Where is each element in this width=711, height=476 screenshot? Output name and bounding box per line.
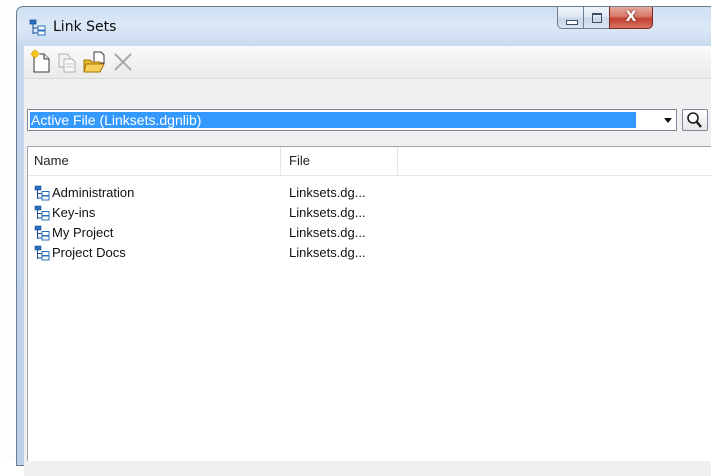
link-sets-list: Name File Administration Linksets.dg...	[27, 146, 711, 461]
list-item-name: Administration	[52, 185, 135, 200]
chevron-down-icon	[664, 118, 672, 123]
maximize-button[interactable]	[583, 7, 609, 29]
close-button[interactable]: X	[609, 7, 653, 29]
list-item-name: Key-ins	[52, 205, 96, 220]
toolbar	[24, 46, 711, 79]
link-set-tree-icon	[34, 205, 50, 221]
link-set-tree-icon	[34, 225, 50, 241]
link-set-tree-icon	[34, 185, 50, 201]
open-link-set-button[interactable]	[82, 49, 108, 75]
minimize-button[interactable]	[557, 7, 583, 29]
list-item-file: Linksets.dg...	[289, 185, 366, 200]
maximize-icon	[592, 13, 602, 23]
minimize-icon	[566, 20, 578, 25]
column-header-file[interactable]: File	[281, 147, 398, 175]
list-item-file: Linksets.dg...	[289, 225, 366, 240]
delete-x-icon	[110, 49, 136, 75]
search-button[interactable]	[682, 109, 708, 131]
list-item[interactable]: Administration Linksets.dg...	[28, 184, 448, 204]
caption-buttons: X	[557, 7, 653, 29]
desktop-background	[0, 0, 16, 460]
list-header: Name File	[28, 147, 711, 176]
close-icon: X	[625, 9, 637, 25]
list-item[interactable]: Key-ins Linksets.dg...	[28, 204, 448, 224]
link-set-tree-icon	[34, 245, 50, 261]
delete-link-set-button[interactable]	[110, 49, 136, 75]
file-selector-value: Active File (Linksets.dgnlib)	[30, 112, 636, 128]
new-link-set-button[interactable]	[28, 49, 54, 75]
title-bar[interactable]: Link Sets X	[17, 7, 711, 45]
list-item[interactable]: My Project Linksets.dg...	[28, 224, 448, 244]
link-set-tree-icon	[29, 19, 47, 37]
list-item-file: Linksets.dg...	[289, 205, 366, 220]
magnifier-icon	[683, 112, 707, 134]
copy-icon	[54, 49, 80, 75]
new-document-icon	[28, 49, 54, 75]
window-title: Link Sets	[53, 19, 117, 35]
list-item[interactable]: Project Docs Linksets.dg...	[28, 244, 448, 264]
open-folder-icon	[82, 49, 108, 75]
list-item-file: Linksets.dg...	[289, 245, 366, 260]
list-item-name: Project Docs	[52, 245, 126, 260]
list-item-name: My Project	[52, 225, 114, 240]
file-selector-dropdown[interactable]: Active File (Linksets.dgnlib)	[27, 109, 677, 131]
column-header-name[interactable]: Name	[28, 147, 281, 175]
copy-link-set-button[interactable]	[54, 49, 80, 75]
